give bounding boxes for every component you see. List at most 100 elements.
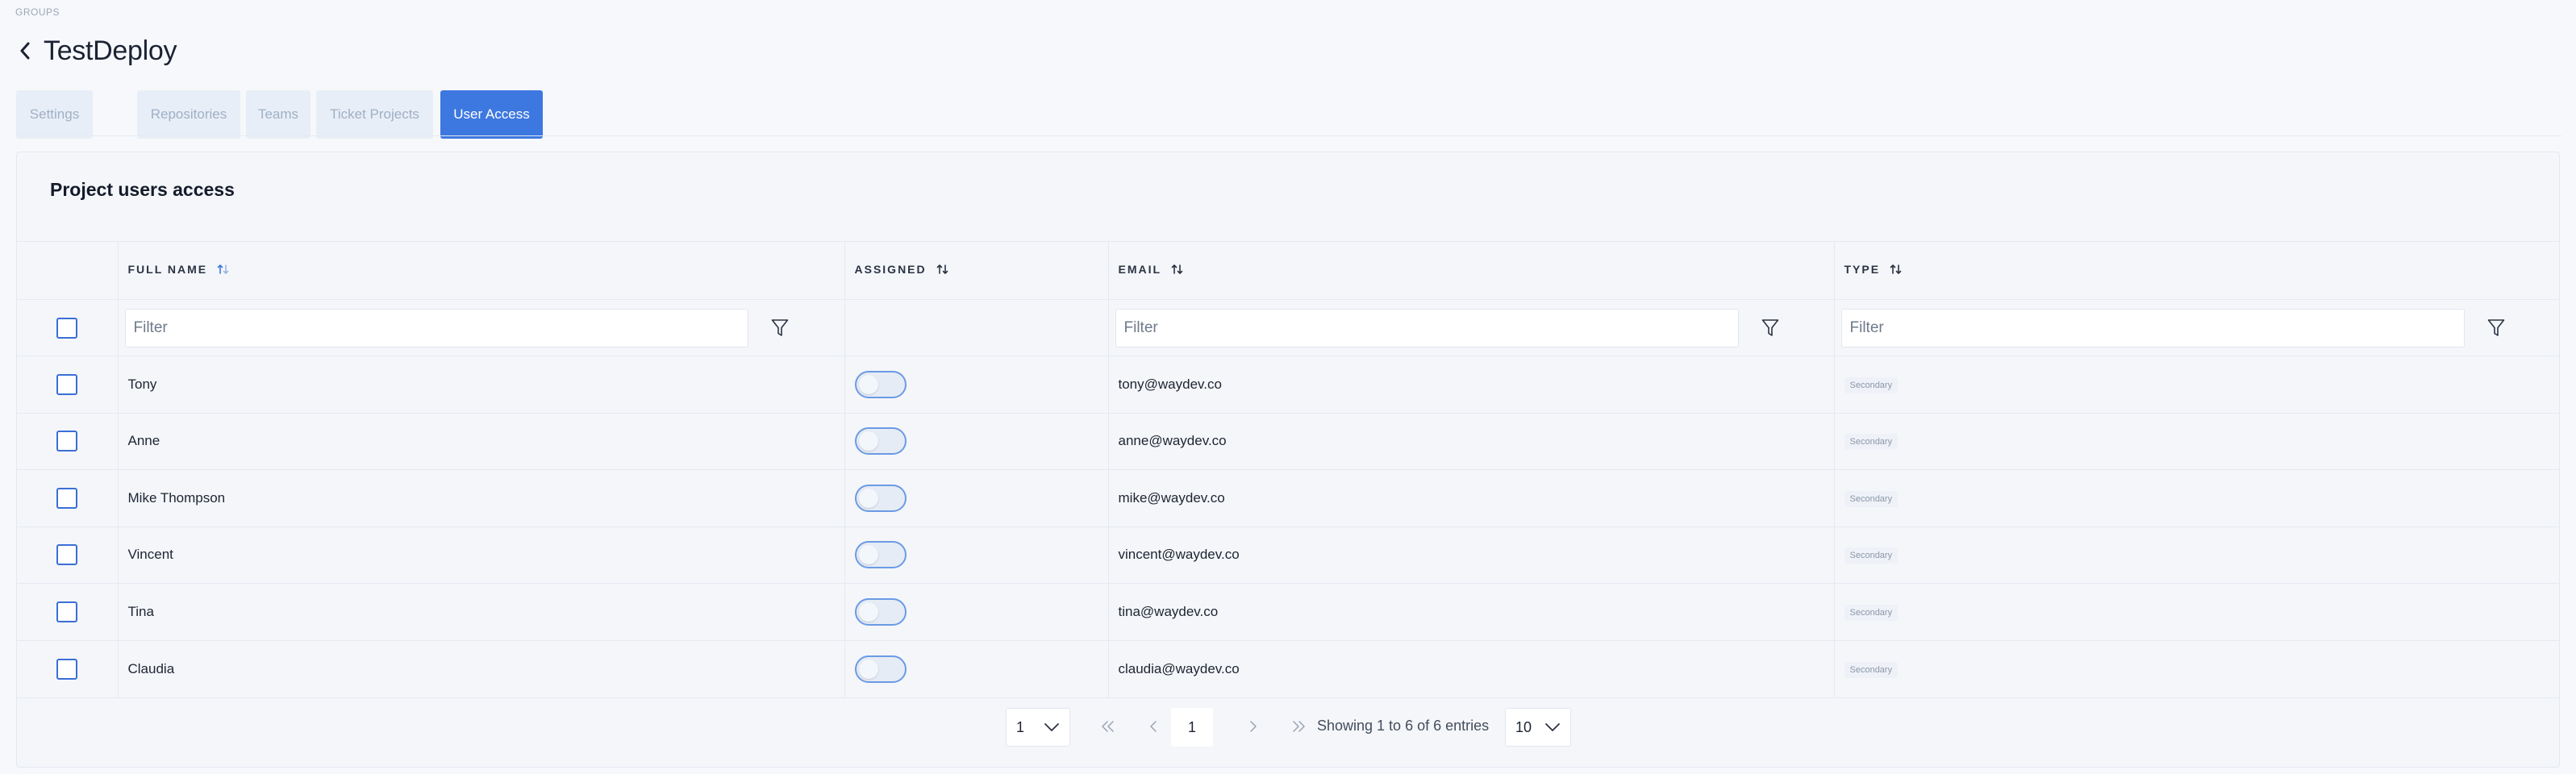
assigned-cell <box>844 639 1108 697</box>
assigned-cell <box>844 583 1108 640</box>
sort-icon[interactable] <box>1890 263 1903 278</box>
row-checkbox[interactable] <box>56 658 78 680</box>
type-filter-cell <box>1833 299 2559 356</box>
type-filter-input[interactable] <box>1840 308 2465 347</box>
table-row: Claudia claudia@waydev.co Secondary <box>17 639 2559 697</box>
name-filter-input[interactable] <box>124 308 748 347</box>
type-badge: Secondary <box>1844 547 1899 564</box>
next-page-icon[interactable] <box>1243 716 1264 737</box>
row-checkbox[interactable] <box>56 487 78 509</box>
table-row: Anne anne@waydev.co Secondary <box>17 412 2559 470</box>
row-select-cell <box>17 526 118 584</box>
type-badge: Secondary <box>1844 661 1899 678</box>
column-label: EMAIL <box>1118 263 1161 276</box>
assigned-cell <box>844 526 1108 584</box>
row-select-cell <box>17 356 118 413</box>
sort-icon[interactable] <box>936 263 949 278</box>
tab-settings[interactable]: Settings <box>16 90 93 139</box>
user-email: claudia@waydev.co <box>1107 639 1834 697</box>
last-page-icon[interactable] <box>1288 716 1309 737</box>
type-badge: Secondary <box>1844 434 1899 451</box>
table-row: Vincent vincent@waydev.co Secondary <box>17 526 2559 584</box>
tab-user-access[interactable]: User Access <box>440 90 543 139</box>
toggle-knob <box>858 659 878 679</box>
assigned-toggle[interactable] <box>854 541 907 569</box>
toggle-knob <box>858 601 878 622</box>
page-select-dropdown[interactable]: 1 <box>1006 708 1070 747</box>
tabs-divider <box>16 135 2561 136</box>
row-select-cell <box>17 469 118 526</box>
row-checkbox[interactable] <box>56 601 78 622</box>
user-name: Tony <box>117 356 844 413</box>
email-filter-input[interactable] <box>1115 308 1739 347</box>
first-page-icon[interactable] <box>1098 716 1119 737</box>
row-checkbox[interactable] <box>56 544 78 566</box>
tab-ticket-projects[interactable]: Ticket Projects <box>316 90 433 139</box>
select-all-cell <box>17 299 118 356</box>
tab-repositories[interactable]: Repositories <box>137 90 240 139</box>
row-checkbox[interactable] <box>56 431 78 452</box>
toggle-knob <box>858 431 878 452</box>
current-page-button[interactable]: 1 <box>1171 708 1213 747</box>
type-badge: Secondary <box>1844 490 1899 507</box>
breadcrumb[interactable]: GROUPS <box>15 6 60 18</box>
assigned-toggle[interactable] <box>854 484 907 512</box>
users-table: FULL NAME ASSIGNED EMAIL TYPE Filter Fil… <box>17 241 2559 697</box>
panel-title: Project users access <box>50 179 235 200</box>
row-select-cell <box>17 583 118 640</box>
column-label: ASSIGNED <box>854 263 927 276</box>
row-select-cell <box>17 639 118 697</box>
page-size-dropdown[interactable]: 10 <box>1505 708 1571 747</box>
filter-row <box>17 299 2559 356</box>
filter-icon[interactable] <box>2477 309 2516 347</box>
column-header-type[interactable]: TYPE <box>1833 241 2559 300</box>
user-email: anne@waydev.co <box>1107 412 1834 470</box>
assigned-cell <box>844 356 1108 413</box>
email-filter-cell <box>1107 299 1834 356</box>
type-badge: Secondary <box>1844 377 1899 393</box>
back-chevron-icon[interactable] <box>16 39 34 63</box>
column-label: TYPE <box>1844 263 1881 276</box>
column-label: FULL NAME <box>127 263 208 276</box>
page-select-value: 1 <box>1016 718 1025 735</box>
type-badge: Secondary <box>1844 604 1899 621</box>
column-header-email[interactable]: EMAIL <box>1107 241 1834 300</box>
prev-page-icon[interactable] <box>1143 716 1164 737</box>
filter-icon[interactable] <box>1751 309 1790 347</box>
type-cell: Secondary <box>1833 469 2559 526</box>
sort-active-icon[interactable] <box>217 263 230 278</box>
user-email: tony@waydev.co <box>1107 356 1834 413</box>
page-size-value: 10 <box>1515 718 1532 735</box>
table-header-row: FULL NAME ASSIGNED EMAIL TYPE <box>17 241 2559 300</box>
page-title: TestDeploy <box>44 35 177 66</box>
assigned-toggle[interactable] <box>854 655 907 683</box>
filter-icon[interactable] <box>761 309 799 347</box>
assigned-cell <box>844 412 1108 470</box>
user-name: Mike Thompson <box>117 469 844 526</box>
assigned-toggle[interactable] <box>854 597 907 626</box>
assigned-toggle[interactable] <box>854 427 907 456</box>
user-email: mike@waydev.co <box>1107 469 1834 526</box>
select-column-header <box>17 241 118 300</box>
chevron-down-icon <box>1544 719 1561 736</box>
user-email: tina@waydev.co <box>1107 583 1834 640</box>
user-name: Vincent <box>117 526 844 584</box>
assigned-cell <box>844 469 1108 526</box>
user-access-panel: Project users access FULL NAME ASSIGNED <box>16 152 2560 768</box>
user-name: Claudia <box>117 639 844 697</box>
table-row: Tina tina@waydev.co Secondary <box>17 583 2559 640</box>
column-header-assigned[interactable]: ASSIGNED <box>844 241 1108 300</box>
table-row: Tony tony@waydev.co Secondary <box>17 356 2559 413</box>
column-header-full-name[interactable]: FULL NAME <box>117 241 844 300</box>
sort-icon[interactable] <box>1171 263 1184 278</box>
pagination-bar: 1 1 Showing 1 to 6 of 6 entries 10 <box>17 697 2559 754</box>
type-cell: Secondary <box>1833 583 2559 640</box>
tab-teams[interactable]: Teams <box>246 90 311 139</box>
user-name: Anne <box>117 412 844 470</box>
assigned-toggle[interactable] <box>854 370 907 398</box>
table-row: Mike Thompson mike@waydev.co Secondary <box>17 469 2559 526</box>
chevron-down-icon <box>1044 719 1060 736</box>
row-checkbox[interactable] <box>56 373 78 395</box>
type-cell: Secondary <box>1833 639 2559 697</box>
select-all-checkbox[interactable] <box>56 317 78 339</box>
